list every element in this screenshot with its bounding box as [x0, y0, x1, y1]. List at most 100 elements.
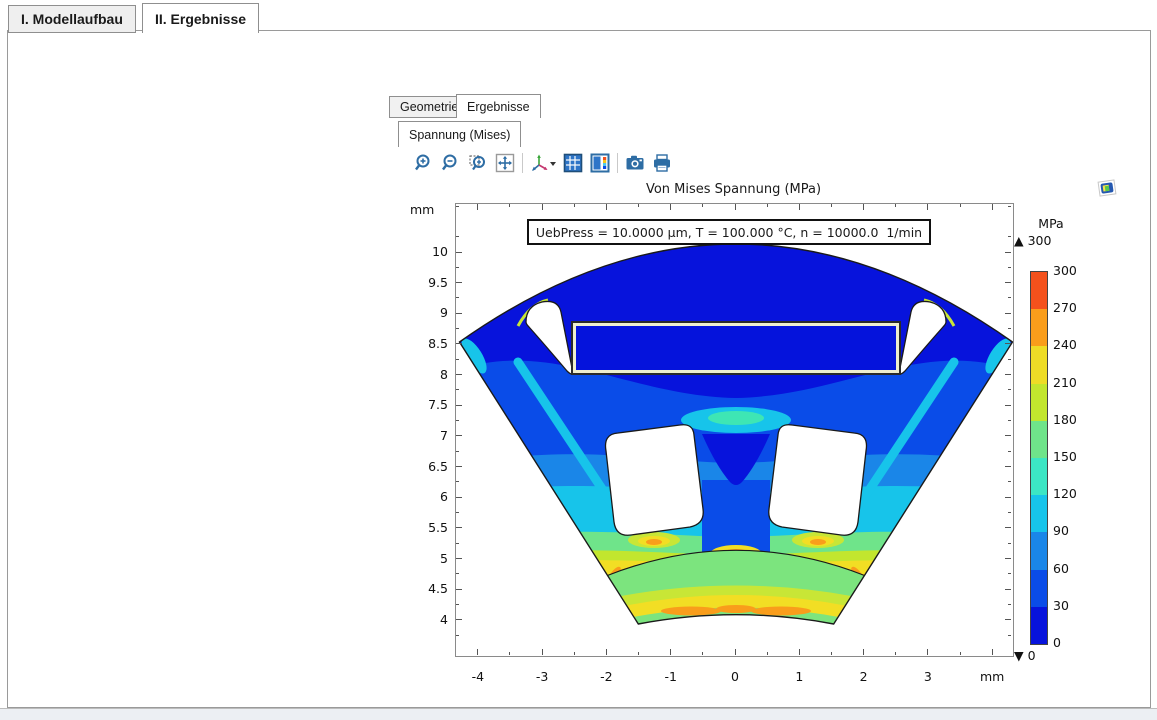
window-bottom-strip — [0, 708, 1157, 720]
colorbar-band — [1031, 421, 1047, 458]
y-minor-tick — [1008, 543, 1011, 544]
colorbar-tick-label: 90 — [1053, 523, 1093, 538]
colorbar-unit: MPa — [1028, 216, 1074, 231]
print-icon[interactable] — [652, 153, 672, 173]
y-tick-label: 4.5 — [404, 581, 448, 596]
y-tick — [1005, 405, 1011, 406]
y-tick-label: 9.5 — [404, 275, 448, 290]
y-minor-tick — [456, 389, 459, 390]
colorbar-max-label: ▲ 300 — [1014, 233, 1076, 248]
x-tick — [735, 649, 736, 655]
y-minor-tick — [456, 420, 459, 421]
x-minor-tick — [509, 652, 510, 655]
grid-icon[interactable] — [563, 153, 583, 173]
x-minor-tick — [767, 204, 768, 207]
left-pocket-cutout — [606, 425, 704, 536]
zoom-box-icon[interactable] — [468, 153, 488, 173]
snapshot-icon[interactable] — [625, 153, 645, 173]
tab-ergebnisse-main[interactable]: II. Ergebnisse — [142, 3, 259, 33]
tab-modellaufbau[interactable]: I. Modellaufbau — [8, 5, 136, 33]
y-minor-tick — [1008, 512, 1011, 513]
y-minor-tick — [456, 297, 459, 298]
y-tick — [456, 282, 462, 283]
x-tick — [799, 649, 800, 655]
colorbar-band — [1031, 384, 1047, 421]
app-window: I. Modellaufbau II. Ergebnisse i Letzte … — [0, 0, 1157, 720]
y-minor-tick — [1008, 573, 1011, 574]
x-tick — [863, 649, 864, 655]
tab-ergebnisse[interactable]: Ergebnisse — [456, 94, 541, 118]
axis-box[interactable] — [455, 203, 1014, 657]
colorbar-tick-label: 270 — [1053, 300, 1093, 315]
y-tick — [1005, 527, 1011, 528]
y-minor-tick — [1008, 420, 1011, 421]
view-orientation-icon[interactable] — [530, 153, 556, 173]
y-minor-tick — [456, 604, 459, 605]
y-tick — [1005, 466, 1011, 467]
colorbar-band — [1031, 495, 1047, 532]
y-tick-label: 9 — [404, 305, 448, 320]
y-tick — [1005, 252, 1011, 253]
colorbar-tick-label: 30 — [1053, 598, 1093, 613]
y-tick — [456, 466, 462, 467]
y-tick-label: 6.5 — [404, 459, 448, 474]
y-tick — [1005, 313, 1011, 314]
y-tick — [456, 252, 462, 253]
y-minor-tick — [456, 328, 459, 329]
y-tick — [1005, 589, 1011, 590]
colorbar-band — [1031, 570, 1047, 607]
colorbar-tick-label: 300 — [1053, 263, 1093, 278]
x-tick-label: -2 — [588, 669, 624, 684]
y-tick — [1005, 374, 1011, 375]
plot-window-icon[interactable] — [1096, 177, 1118, 199]
y-minor-tick — [1008, 236, 1011, 237]
colorbar-min-label: ▼ 0 — [1014, 648, 1076, 663]
colorbar-band — [1031, 309, 1047, 346]
y-tick — [456, 313, 462, 314]
zoom-extents-icon[interactable] — [495, 153, 515, 173]
x-tick-label: 1 — [781, 669, 817, 684]
y-tick — [1005, 435, 1011, 436]
y-tick — [456, 343, 462, 344]
annotation-box: UebPress = 10.0000 µm, T = 100.000 °C, n… — [527, 219, 931, 245]
tab-modellaufbau-label: I. Modellaufbau — [21, 11, 123, 27]
y-minor-tick — [1008, 451, 1011, 452]
tab-spannung-mises-label: Spannung (Mises) — [409, 128, 510, 142]
x-minor-tick — [574, 204, 575, 207]
x-tick — [542, 649, 543, 655]
colorbar-tick-label: 240 — [1053, 337, 1093, 352]
colorbar-tick-label: 150 — [1053, 449, 1093, 464]
y-minor-tick — [1008, 359, 1011, 360]
colorbar-band — [1031, 607, 1047, 644]
x-tick — [927, 649, 928, 655]
x-tick — [992, 649, 993, 655]
y-minor-tick — [1008, 481, 1011, 482]
y-minor-tick — [1008, 328, 1011, 329]
y-tick — [1005, 619, 1011, 620]
magnet-region — [575, 325, 898, 372]
toolbar-separator — [522, 153, 523, 173]
legend-icon[interactable] — [590, 153, 610, 173]
x-tick-label: mm — [974, 669, 1010, 684]
tab-spannung-mises[interactable]: Spannung (Mises) — [398, 121, 521, 147]
y-tick — [1005, 282, 1011, 283]
tab-geometrie-label: Geometrie — [400, 100, 458, 114]
x-minor-tick — [831, 652, 832, 655]
x-minor-tick — [831, 204, 832, 207]
colorbar-tick-label: 120 — [1053, 486, 1093, 501]
y-tick-label: 7.5 — [404, 397, 448, 412]
colorbar-band — [1031, 532, 1047, 569]
y-minor-tick — [1008, 604, 1011, 605]
x-minor-tick — [895, 652, 896, 655]
zoom-out-icon[interactable] — [441, 153, 461, 173]
y-tick-label: 10 — [404, 244, 448, 259]
y-minor-tick — [1008, 297, 1011, 298]
x-tick — [670, 649, 671, 655]
x-minor-tick — [574, 652, 575, 655]
y-minor-tick — [456, 451, 459, 452]
x-tick — [863, 204, 864, 210]
colorbar — [1030, 271, 1048, 645]
x-tick — [477, 649, 478, 655]
zoom-in-icon[interactable] — [414, 153, 434, 173]
y-axis-unit: mm — [410, 202, 434, 217]
